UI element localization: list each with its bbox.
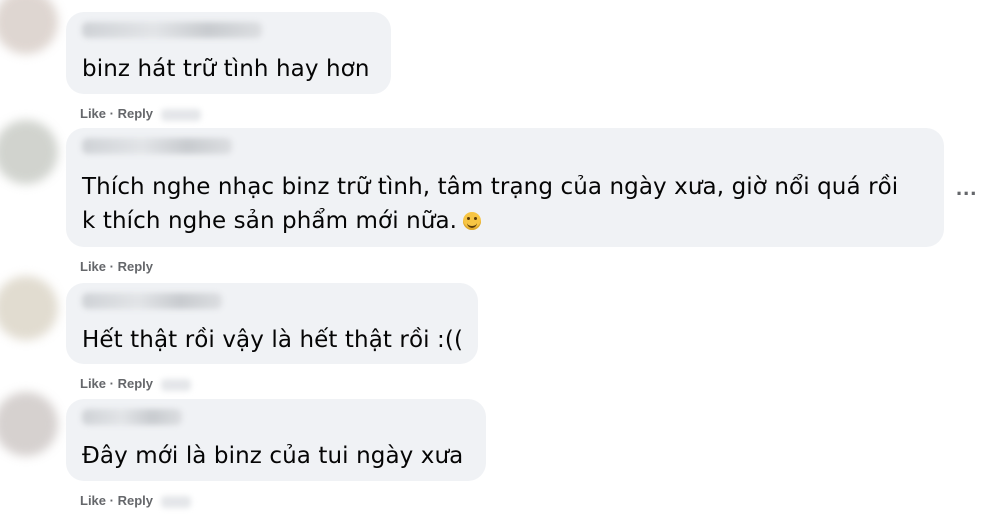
avatar-blurred[interactable] — [0, 0, 58, 54]
comment-text-line-2: k thích nghe sản phẩm mới nữa. — [82, 204, 930, 238]
avatar-blurred[interactable] — [0, 392, 58, 456]
comment-text-line-1: Thích nghe nhạc binz trữ tình, tâm trạng… — [82, 174, 899, 200]
author-name-blurred[interactable] — [82, 22, 262, 38]
reply-button[interactable]: Reply — [118, 493, 153, 508]
like-button[interactable]: Like — [80, 376, 106, 391]
reply-button[interactable]: Reply — [118, 376, 153, 391]
comment-text: binz hát trữ tình hay hơn — [82, 56, 370, 82]
comment-actions: Like · Reply — [80, 259, 153, 274]
separator: · — [109, 493, 114, 508]
like-button[interactable]: Like — [80, 493, 106, 508]
like-button[interactable]: Like — [80, 106, 106, 121]
comment-actions: Like · Reply — [80, 376, 191, 391]
comment-text: Đây mới là binz của tui ngày xưa — [82, 443, 464, 469]
separator: · — [109, 106, 114, 121]
reply-button[interactable]: Reply — [118, 106, 153, 121]
comment-bubble: Hết thật rồi vậy là hết thật rồi :(( — [66, 283, 478, 364]
comment-actions: Like · Reply — [80, 493, 191, 508]
author-name-blurred[interactable] — [82, 138, 232, 154]
comment-bubble: Thích nghe nhạc binz trữ tình, tâm trạng… — [66, 128, 944, 247]
comment-text-line-2-content: k thích nghe sản phẩm mới nữa. — [82, 208, 458, 234]
comment-bubble: binz hát trữ tình hay hơn — [66, 12, 391, 94]
like-button[interactable]: Like — [80, 259, 106, 274]
separator: · — [109, 259, 114, 274]
more-options-icon[interactable]: ... — [956, 177, 977, 199]
timestamp-blurred — [160, 108, 201, 121]
comment-text: Hết thật rồi vậy là hết thật rồi :(( — [82, 327, 464, 353]
avatar-blurred[interactable] — [0, 276, 58, 340]
reply-button[interactable]: Reply — [118, 259, 153, 274]
comment-bubble: Đây mới là binz của tui ngày xưa — [66, 399, 486, 481]
author-name-blurred[interactable] — [82, 409, 182, 425]
comment-actions: Like · Reply — [80, 106, 201, 121]
separator: · — [109, 376, 114, 391]
timestamp-blurred — [160, 378, 191, 391]
timestamp-blurred — [160, 495, 191, 508]
author-name-blurred[interactable] — [82, 293, 222, 309]
avatar-blurred[interactable] — [0, 120, 58, 184]
smiling-face-icon — [463, 212, 482, 230]
